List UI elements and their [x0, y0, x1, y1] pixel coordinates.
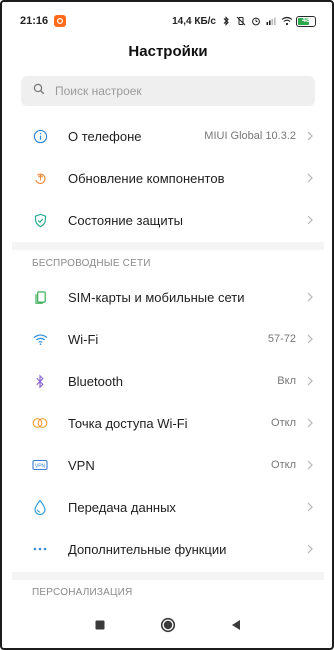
- section-divider: [12, 572, 324, 580]
- screen: 21:16 14,4 КБ/с 48 Настройки Поиск настр…: [12, 10, 324, 644]
- section-header-wireless: БЕСПРОВОДНЫЕ СЕТИ: [32, 258, 151, 269]
- search-input[interactable]: [55, 84, 295, 98]
- settings-item-sim-cards[interactable]: SIM-карты и мобильные сети: [12, 276, 324, 318]
- settings-item-label: Состояние защиты: [68, 212, 183, 228]
- chevron-right-icon: [306, 334, 314, 344]
- chevron-right-icon: [306, 376, 314, 386]
- settings-item-data-usage[interactable]: Передача данных: [12, 486, 324, 528]
- settings-item-more-features[interactable]: Дополнительные функции: [12, 528, 324, 570]
- alarm-icon: [251, 16, 261, 26]
- wireless-group: SIM-карты и мобильные сети Wi-Fi 57-72 B…: [12, 276, 324, 570]
- battery-icon: 48: [296, 15, 316, 27]
- settings-item-bluetooth[interactable]: Bluetooth Вкл: [12, 360, 324, 402]
- info-icon: [32, 128, 48, 144]
- data-usage-icon: [32, 499, 48, 515]
- settings-item-value: MIUI Global 10.3.2: [204, 130, 296, 142]
- search-icon: [33, 82, 45, 100]
- chevron-right-icon: [306, 460, 314, 470]
- settings-item-value: 57-72: [267, 333, 296, 345]
- status-icons: 14,4 КБ/с 48: [172, 15, 316, 27]
- shield-icon: [32, 212, 48, 228]
- wifi-icon: [32, 331, 48, 347]
- chevron-right-icon: [306, 292, 314, 302]
- navigation-bar: [12, 606, 324, 644]
- chevron-right-icon: [306, 173, 314, 183]
- chevron-right-icon: [306, 131, 314, 141]
- device-frame: 21:16 14,4 КБ/с 48 Настройки Поиск настр…: [0, 0, 334, 650]
- sim-icon: [32, 289, 48, 305]
- settings-item-label: Передача данных: [68, 499, 176, 515]
- chevron-right-icon: [306, 502, 314, 512]
- settings-item-hotspot[interactable]: Точка доступа Wi-Fi Откл: [12, 402, 324, 444]
- section-divider: [12, 242, 324, 250]
- vpn-icon: VPN: [32, 457, 48, 473]
- status-bar: 21:16 14,4 КБ/с 48: [12, 10, 324, 32]
- settings-item-label: Обновление компонентов: [68, 170, 225, 186]
- signal-icon: [266, 16, 276, 26]
- bluetooth-status-icon: [221, 16, 231, 26]
- vibrate-off-icon: [236, 16, 246, 26]
- settings-item-about-phone[interactable]: О телефоне MIUI Global 10.3.2: [12, 115, 324, 157]
- settings-item-label: Точка доступа Wi-Fi: [68, 415, 188, 431]
- update-icon: [32, 170, 48, 186]
- hotspot-icon: [32, 415, 48, 431]
- settings-item-label: VPN: [68, 457, 95, 473]
- chevron-right-icon: [306, 544, 314, 554]
- settings-item-label: SIM-карты и мобильные сети: [68, 289, 245, 305]
- battery-level: 48: [302, 16, 310, 24]
- recents-icon[interactable]: [91, 616, 109, 634]
- settings-item-label: Bluetooth: [68, 373, 123, 389]
- device-group: О телефоне MIUI Global 10.3.2 Обновление…: [12, 115, 324, 241]
- page-title: Настройки: [128, 43, 208, 60]
- back-icon[interactable]: [227, 616, 245, 634]
- settings-item-value: Откл: [271, 459, 296, 471]
- search-bar[interactable]: [21, 76, 315, 106]
- settings-item-label: Дополнительные функции: [68, 541, 227, 557]
- chevron-right-icon: [306, 215, 314, 225]
- settings-item-protection-status[interactable]: Состояние защиты: [12, 199, 324, 241]
- settings-item-label: Wi-Fi: [68, 331, 99, 347]
- settings-item-value: Вкл: [277, 375, 296, 387]
- more-icon: [32, 541, 48, 557]
- settings-item-wifi[interactable]: Wi-Fi 57-72: [12, 318, 324, 360]
- settings-item-label: О телефоне: [68, 128, 142, 144]
- chevron-right-icon: [306, 418, 314, 428]
- bluetooth-icon: [32, 373, 48, 389]
- notification-app-icon: [54, 15, 67, 27]
- svg-text:VPN: VPN: [35, 463, 46, 469]
- wifi-status-icon: [281, 16, 293, 26]
- settings-item-component-updates[interactable]: Обновление компонентов: [12, 157, 324, 199]
- net-speed: 14,4 КБ/с: [172, 15, 216, 27]
- section-header-personalization: ПЕРСОНАЛИЗАЦИЯ: [32, 587, 133, 598]
- home-icon[interactable]: [159, 616, 177, 634]
- settings-item-value: Откл: [271, 417, 296, 429]
- status-time: 21:16: [20, 15, 49, 27]
- settings-item-vpn[interactable]: VPN VPN Откл: [12, 444, 324, 486]
